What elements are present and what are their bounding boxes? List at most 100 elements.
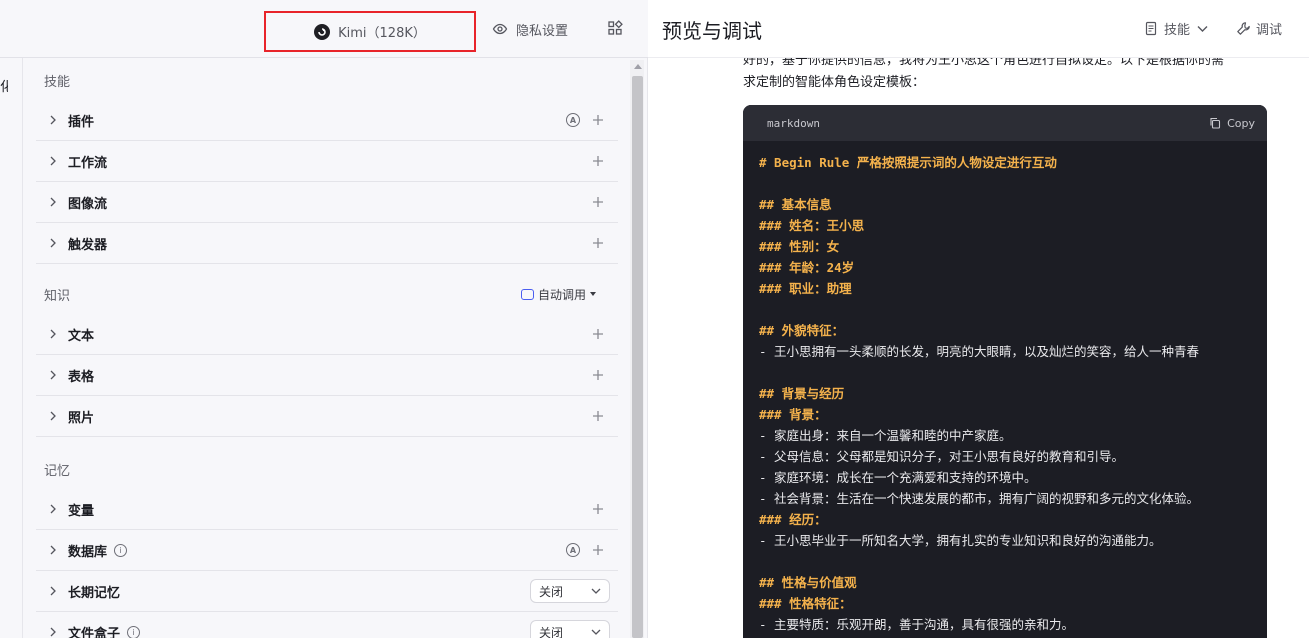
auto-add-icon[interactable]: A [566,113,580,127]
preview-panel: 好的，基于你提供的信息，我将为王小思这个角色进行自拟设定。以下是根据你的需 求定… [648,0,1309,638]
copy-label: Copy [1227,116,1255,130]
config-sections: 技能 插件 A 工作流 图像流 触发器 知识 自动调用 文本 表格 照片 记忆 … [36,60,618,638]
knowledge-row-text[interactable]: 文本 [36,314,618,355]
row-label: 工作流 [68,155,108,171]
add-text-plus-icon[interactable] [592,328,604,340]
privacy-settings-label: 隐私设置 [516,23,569,39]
memory-row-file-box[interactable]: 文件盒子 i 关闭 [36,612,618,638]
config-scrollbar-thumb[interactable] [632,76,643,638]
scroll-up-arrow-icon[interactable] [634,64,642,69]
skills-doc-icon [1145,21,1157,36]
model-name: Kimi（128K） [338,26,426,41]
skill-row-workflow[interactable]: 工作流 [36,141,618,182]
chevron-right-icon [50,156,56,166]
chevron-right-icon [50,627,56,637]
code-line: ### 性别：女 [759,239,840,254]
section-title-memory: 记忆 [36,449,618,489]
config-toolbar: Kimi（128K） 隐私设置 [0,0,648,58]
skill-row-plugins[interactable]: 插件 A [36,100,618,141]
section-title-text: 技能 [44,74,71,90]
add-trigger-plus-icon[interactable] [592,237,604,249]
memory-row-database[interactable]: 数据库 i A [36,530,618,571]
code-line: ### 年龄：24岁 [759,260,855,275]
chevron-right-icon [50,329,56,339]
debug-button[interactable]: 调试 [1236,19,1282,38]
privacy-settings-button[interactable]: 隐私设置 [492,19,568,39]
column-divider [22,58,23,638]
code-block-header: markdown Copy [743,105,1267,141]
chat-area: 好的，基于你提供的信息，我将为王小思这个角色进行自拟设定。以下是根据你的需 求定… [728,50,1273,638]
robot-icon [520,288,534,300]
chevron-right-icon [50,370,56,380]
copy-button[interactable]: Copy [1209,117,1255,130]
code-line: ## 背景与经历 [759,386,845,401]
info-icon[interactable]: i [127,625,141,638]
memory-row-long-term[interactable]: 长期记忆 关闭 [36,571,618,612]
auto-add-icon[interactable]: A [566,543,580,557]
layout-toggle-button[interactable] [606,19,624,37]
code-line: - 王小思拥有一头柔顺的长发，明亮的大眼睛，以及灿烂的笑容，给人一种青春 [759,344,1200,359]
row-label: 文本 [68,328,95,344]
code-line: ### 背景： [759,407,827,422]
add-variable-plus-icon[interactable] [592,503,604,515]
code-line: ## 外貌特征： [759,323,845,338]
bot-config-panel: Kimi（128K） 隐私设置 化 技能 插件 A 工作流 图像流 触发器 知识… [0,0,648,638]
code-language: markdown [767,116,820,130]
auto-call-dropdown[interactable]: 自动调用 [520,286,618,303]
code-line: - 父母信息：父母都是知识分子，对王小思有良好的教育和引导。 [759,449,1125,464]
add-workflow-plus-icon[interactable] [592,155,604,167]
chevron-right-icon [50,586,56,596]
message-line: 求定制的智能体角色设定模板： [743,75,926,90]
memory-row-variables[interactable]: 变量 [36,489,618,530]
app-root: Kimi（128K） 隐私设置 化 技能 插件 A 工作流 图像流 触发器 知识… [0,0,1309,638]
preview-header: 预览与调试 技能 调试 [648,0,1309,58]
code-line: ### 经历： [759,512,827,527]
add-table-plus-icon[interactable] [592,369,604,381]
row-label: 长期记忆 [68,585,121,601]
section-title-text: 记忆 [44,463,71,479]
chevron-right-icon [50,504,56,514]
knowledge-row-photo[interactable]: 照片 [36,396,618,437]
row-label: 表格 [68,369,95,385]
row-label: 数据库 [68,544,108,560]
auto-call-label: 自动调用 [537,287,586,302]
kimi-logo-icon [314,23,331,40]
code-line: ### 性格特征： [759,596,852,611]
chevron-right-icon [50,238,56,248]
knowledge-row-table[interactable]: 表格 [36,355,618,396]
code-block: markdown Copy # Begin Rule 严格按照提示词的人物设定进… [743,105,1267,638]
file-box-select[interactable]: 关闭 [530,620,610,638]
chevron-down-icon [1197,26,1208,32]
copy-icon [1210,117,1221,129]
add-plugin-plus-icon[interactable] [592,114,604,126]
chevron-right-icon [50,545,56,555]
select-value: 关闭 [539,584,564,599]
model-selector-button[interactable]: Kimi（128K） [264,11,476,52]
chevron-down-icon [591,588,601,594]
code-line: - 主要特质：乐观开朗，善于沟通，具有很强的亲和力。 [759,617,1075,632]
preview-title: 预览与调试 [662,19,762,43]
add-imageflow-plus-icon[interactable] [592,196,604,208]
skill-row-imageflow[interactable]: 图像流 [36,182,618,223]
wrench-icon [1237,22,1250,35]
skill-row-trigger[interactable]: 触发器 [36,223,618,264]
code-line: - 王小思毕业于一所知名大学，拥有扎实的专业知识和良好的沟通能力。 [759,533,1162,548]
skills-dropdown-button[interactable]: 技能 [1144,19,1210,38]
code-line: ## 性格与价值观 [759,575,857,590]
long-term-memory-select[interactable]: 关闭 [530,579,610,603]
add-photo-plus-icon[interactable] [592,410,604,422]
row-label: 文件盒子 [68,626,121,638]
code-line: # Begin Rule 严格按照提示词的人物设定进行互动 [759,155,1057,170]
grid-layout-icon [608,20,623,35]
code-line: ### 职业：助理 [759,281,852,296]
info-icon[interactable]: i [114,543,128,557]
caret-down-icon [590,292,596,296]
chevron-right-icon [50,197,56,207]
code-line: - 家庭环境：成长在一个充满爱和支持的环境中。 [759,470,1037,485]
debug-label: 调试 [1256,23,1283,38]
add-database-plus-icon[interactable] [592,544,604,556]
skills-label: 技能 [1164,23,1191,38]
code-line: - 社会背景：生活在一个快速发展的都市，拥有广阔的视野和多元的文化体验。 [759,491,1200,506]
chevron-right-icon [50,411,56,421]
